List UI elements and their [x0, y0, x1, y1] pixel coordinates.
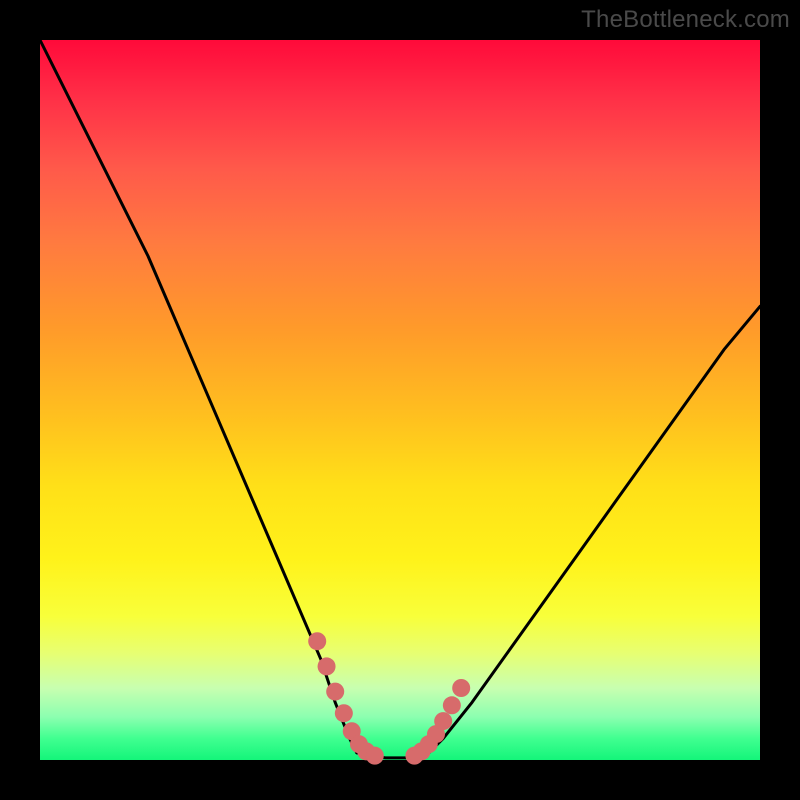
chart-overlay: [40, 40, 760, 760]
chart-curve: [429, 306, 760, 752]
chart-marker: [318, 657, 336, 675]
chart-curve: [40, 40, 357, 753]
chart-marker: [443, 696, 461, 714]
chart-marker: [308, 632, 326, 650]
chart-marker: [452, 679, 470, 697]
chart-marker: [366, 747, 384, 765]
watermark-label: TheBottleneck.com: [581, 6, 790, 34]
chart-marker: [434, 712, 452, 730]
chart-frame: TheBottleneck.com: [0, 0, 800, 800]
chart-marker: [326, 683, 344, 701]
chart-marker: [335, 704, 353, 722]
